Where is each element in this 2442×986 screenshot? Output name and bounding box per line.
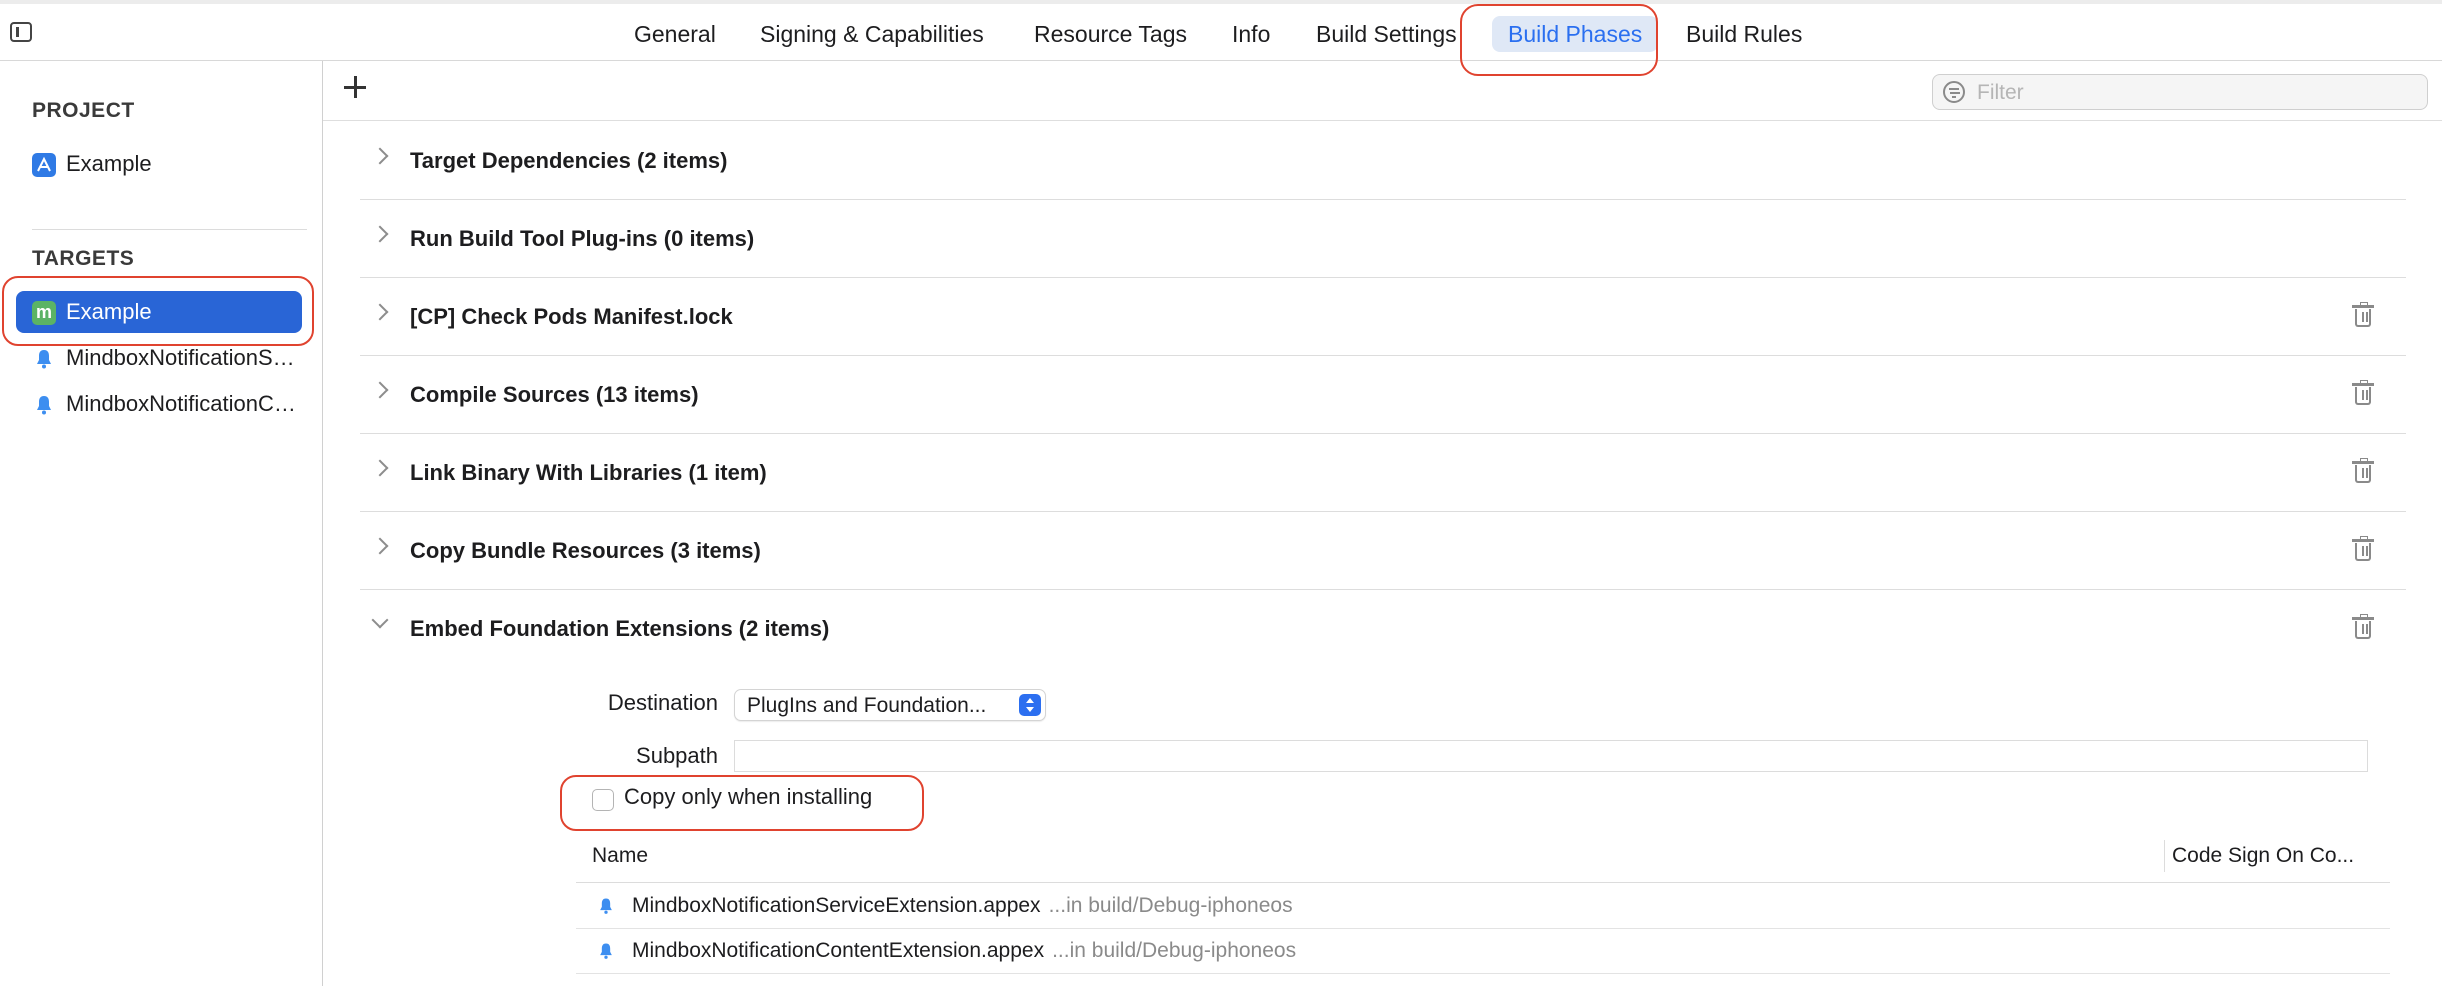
destination-select[interactable]: PlugIns and Foundation... — [734, 689, 1046, 721]
disclosure-chevron-icon[interactable] — [371, 611, 389, 629]
trash-icon[interactable] — [2352, 614, 2374, 639]
tab-info[interactable]: Info — [1232, 16, 1270, 52]
filter-input[interactable] — [1975, 79, 2419, 107]
file-name-cell: MindboxNotificationServiceExtension.appe… — [632, 884, 1293, 928]
popup-stepper-icon — [1019, 694, 1041, 716]
destination-label: Destination — [607, 690, 718, 715]
disclosure-chevron-icon[interactable] — [371, 303, 389, 321]
sidebar-item-label: Example — [66, 151, 152, 176]
phase-title: Run Build Tool Plug-ins (0 items) — [410, 226, 755, 251]
disclosure-chevron-icon[interactable] — [371, 381, 389, 399]
phase-title: [CP] Check Pods Manifest.lock — [410, 304, 733, 329]
phase-title: Compile Sources (13 items) — [410, 382, 699, 407]
tab-general[interactable]: General — [634, 16, 716, 52]
phase-compile-sources[interactable]: Compile Sources (13 items) — [360, 356, 2406, 434]
column-header-name[interactable]: Name — [592, 844, 648, 868]
highlight-copy-only-checkbox — [560, 775, 924, 831]
trash-icon[interactable] — [2352, 380, 2374, 405]
tab-build-rules[interactable]: Build Rules — [1686, 16, 1802, 52]
file-name: MindboxNotificationContentExtension.appe… — [632, 939, 1045, 962]
phase-title: Copy Bundle Resources (3 items) — [410, 538, 761, 563]
disclosure-chevron-icon[interactable] — [371, 147, 389, 165]
phase-run-build-tool-plugins[interactable]: Run Build Tool Plug-ins (0 items) — [360, 200, 2406, 278]
file-path: ...in build/Debug-iphoneos — [1048, 894, 1293, 917]
subpath-field[interactable] — [734, 740, 2368, 772]
sidebar-item-target-content-extension[interactable]: MindboxNotificationContentExtension — [16, 383, 302, 425]
column-header-code-sign[interactable]: Code Sign On Co... — [2172, 844, 2354, 868]
tab-build-settings[interactable]: Build Settings — [1316, 16, 1457, 52]
phase-check-pods-manifest[interactable]: [CP] Check Pods Manifest.lock — [360, 278, 2406, 356]
project-section-header: PROJECT — [32, 99, 135, 122]
file-name-cell: MindboxNotificationContentExtension.appe… — [632, 929, 1296, 973]
trash-icon[interactable] — [2352, 536, 2374, 561]
sidebar-divider — [32, 229, 307, 230]
disclosure-chevron-icon[interactable] — [371, 225, 389, 243]
phase-copy-bundle-resources[interactable]: Copy Bundle Resources (3 items) — [360, 512, 2406, 590]
filter-field[interactable] — [1932, 74, 2428, 110]
tab-signing-capabilities[interactable]: Signing & Capabilities — [760, 16, 984, 52]
sidebar-item-project-example[interactable]: Example — [16, 143, 302, 185]
destination-value: PlugIns and Foundation... — [747, 694, 987, 717]
table-row[interactable]: MindboxNotificationServiceExtension.appe… — [576, 884, 2390, 929]
highlight-build-phases-tab — [1460, 4, 1658, 76]
project-icon — [32, 153, 56, 177]
tab-resource-tags[interactable]: Resource Tags — [1034, 16, 1187, 52]
trash-icon[interactable] — [2352, 458, 2374, 483]
disclosure-chevron-icon[interactable] — [371, 459, 389, 477]
bell-icon — [596, 896, 616, 916]
bell-icon — [32, 393, 56, 417]
filter-icon — [1943, 81, 1965, 103]
disclosure-chevron-icon[interactable] — [371, 537, 389, 555]
sidebar: PROJECT Example TARGETS m Example Mindbo… — [0, 61, 323, 986]
phase-target-dependencies[interactable]: Target Dependencies (2 items) — [360, 122, 2406, 200]
subpath-label: Subpath — [636, 743, 718, 768]
bell-icon — [32, 347, 56, 371]
sidebar-toggle-icon[interactable] — [10, 22, 32, 42]
column-divider[interactable] — [2164, 840, 2165, 872]
tab-bar — [0, 0, 2442, 61]
phase-title: Link Binary With Libraries (1 item) — [410, 460, 767, 485]
sidebar-item-label: MindboxNotificationContentExtension — [66, 391, 296, 416]
phase-embed-foundation-extensions[interactable]: Embed Foundation Extensions (2 items) — [360, 590, 2406, 667]
file-name: MindboxNotificationServiceExtension.appe… — [632, 894, 1041, 917]
files-table-header: Name Code Sign On Co... — [576, 836, 2390, 883]
trash-icon[interactable] — [2352, 302, 2374, 327]
targets-section-header: TARGETS — [32, 247, 135, 270]
add-phase-button[interactable] — [342, 74, 368, 100]
file-path: ...in build/Debug-iphoneos — [1052, 939, 1297, 962]
phase-title: Target Dependencies (2 items) — [410, 148, 728, 173]
phase-link-binary[interactable]: Link Binary With Libraries (1 item) — [360, 434, 2406, 512]
table-row[interactable]: MindboxNotificationContentExtension.appe… — [576, 929, 2390, 974]
window-top-edge — [0, 0, 2442, 4]
phase-title: Embed Foundation Extensions (2 items) — [410, 616, 830, 641]
highlight-example-target — [2, 276, 314, 346]
bell-icon — [596, 941, 616, 961]
